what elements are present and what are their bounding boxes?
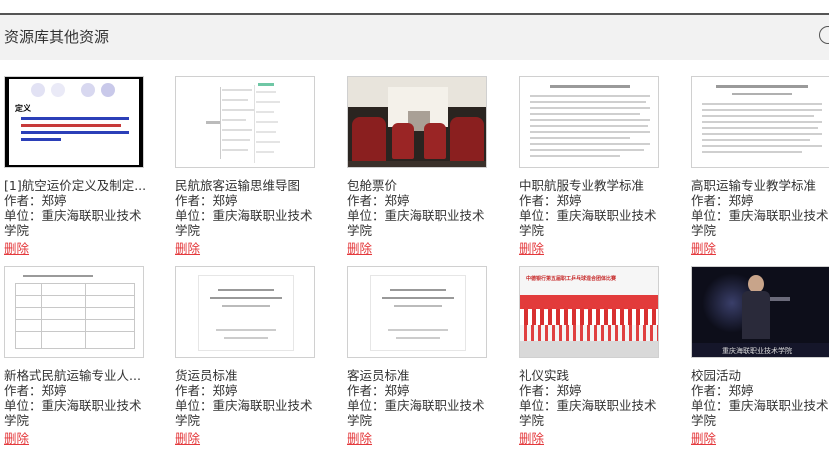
banner-text: 中德银行第五届职工乒乓球混合团体比赛 <box>526 276 617 282</box>
resource-author: 作者：郑婷 <box>175 383 238 398</box>
resource-author: 作者：郑婷 <box>4 193 67 208</box>
resource-card[interactable]: 定义 [1]航空运价定义及制定... 作者：郑婷 单位：重庆海联职业技术学院 删… <box>0 76 160 257</box>
resource-author: 作者：郑婷 <box>691 193 754 208</box>
resource-unit: 单位：重庆海联职业技术学院 <box>347 208 485 238</box>
thumbnail-document-table[interactable] <box>4 266 144 358</box>
delete-link[interactable]: 删除 <box>691 241 716 256</box>
resource-unit: 单位：重庆海联职业技术学院 <box>347 398 485 428</box>
resource-title[interactable]: 校园活动 <box>691 368 829 383</box>
resource-card[interactable]: 货运员标准 作者：郑婷 单位：重庆海联职业技术学院 删除 <box>171 266 331 447</box>
resource-unit: 单位：重庆海联职业技术学院 <box>519 398 657 428</box>
resource-unit: 单位：重庆海联职业技术学院 <box>175 398 313 428</box>
resource-card[interactable]: 民航旅客运输思维导图 作者：郑婷 单位：重庆海联职业技术学院 删除 <box>171 76 331 257</box>
resource-title[interactable]: 中职航服专业教学标准 <box>519 178 669 193</box>
thumbnail-mindmap[interactable] <box>175 76 315 168</box>
resource-unit: 单位：重庆海联职业技术学院 <box>4 398 142 428</box>
resource-title[interactable]: 新格式民航运输专业人... <box>4 368 154 383</box>
thumbnail-document[interactable] <box>691 76 829 168</box>
resource-title[interactable]: 高职运输专业教学标准 <box>691 178 829 193</box>
delete-link[interactable]: 删除 <box>519 241 544 256</box>
resource-card[interactable]: 中德银行第五届职工乒乓球混合团体比赛 礼仪实践 作者：郑婷 单位：重庆海联职业技… <box>515 266 675 447</box>
delete-link[interactable]: 删除 <box>4 241 29 256</box>
resource-unit: 单位：重庆海联职业技术学院 <box>691 208 829 238</box>
delete-link[interactable]: 删除 <box>347 431 372 446</box>
thumbnail-cabin-photo[interactable] <box>347 76 487 168</box>
school-watermark: 重庆海联职业技术学院 <box>722 347 792 355</box>
slide-heading: 定义 <box>15 104 31 113</box>
delete-link[interactable]: 删除 <box>691 431 716 446</box>
resource-author: 作者：郑婷 <box>347 193 410 208</box>
thumbnail-group-photo[interactable]: 中德银行第五届职工乒乓球混合团体比赛 <box>519 266 659 358</box>
resource-card[interactable]: 重庆海联职业技术学院 校园活动 作者：郑婷 单位：重庆海联职业技术学院 删除 <box>687 266 829 447</box>
resource-title[interactable]: 民航旅客运输思维导图 <box>175 178 325 193</box>
thumbnail-ppt[interactable]: 定义 <box>4 76 144 168</box>
resource-card[interactable]: 客运员标准 作者：郑婷 单位：重庆海联职业技术学院 删除 <box>343 266 503 447</box>
resource-title[interactable]: 货运员标准 <box>175 368 325 383</box>
resource-author: 作者：郑婷 <box>4 383 67 398</box>
resource-author: 作者：郑婷 <box>519 383 582 398</box>
thumbnail-document[interactable] <box>519 76 659 168</box>
resource-title[interactable]: 客运员标准 <box>347 368 497 383</box>
resource-unit: 单位：重庆海联职业技术学院 <box>519 208 657 238</box>
delete-link[interactable]: 删除 <box>347 241 372 256</box>
delete-link[interactable]: 删除 <box>4 431 29 446</box>
resource-author: 作者：郑婷 <box>519 193 582 208</box>
thumbnail-document-cover[interactable] <box>347 266 487 358</box>
delete-link[interactable]: 删除 <box>175 241 200 256</box>
thumbnail-document-cover[interactable] <box>175 266 315 358</box>
resource-grid: 定义 [1]航空运价定义及制定... 作者：郑婷 单位：重庆海联职业技术学院 删… <box>0 0 829 469</box>
resource-card[interactable]: 高职运输专业教学标准 作者：郑婷 单位：重庆海联职业技术学院 删除 <box>687 76 829 257</box>
resource-card[interactable]: 包舱票价 作者：郑婷 单位：重庆海联职业技术学院 删除 <box>343 76 503 257</box>
delete-link[interactable]: 删除 <box>175 431 200 446</box>
resource-title[interactable]: 礼仪实践 <box>519 368 669 383</box>
resource-title[interactable]: [1]航空运价定义及制定... <box>4 178 154 193</box>
resource-card[interactable]: 中职航服专业教学标准 作者：郑婷 单位：重庆海联职业技术学院 删除 <box>515 76 675 257</box>
resource-unit: 单位：重庆海联职业技术学院 <box>691 398 829 428</box>
delete-link[interactable]: 删除 <box>519 431 544 446</box>
resource-unit: 单位：重庆海联职业技术学院 <box>175 208 313 238</box>
resource-author: 作者：郑婷 <box>691 383 754 398</box>
resource-author: 作者：郑婷 <box>347 383 410 398</box>
resource-title[interactable]: 包舱票价 <box>347 178 497 193</box>
resource-unit: 单位：重庆海联职业技术学院 <box>4 208 142 238</box>
resource-author: 作者：郑婷 <box>175 193 238 208</box>
resource-card[interactable]: 新格式民航运输专业人... 作者：郑婷 单位：重庆海联职业技术学院 删除 <box>0 266 160 447</box>
thumbnail-stage-photo[interactable]: 重庆海联职业技术学院 <box>691 266 829 358</box>
